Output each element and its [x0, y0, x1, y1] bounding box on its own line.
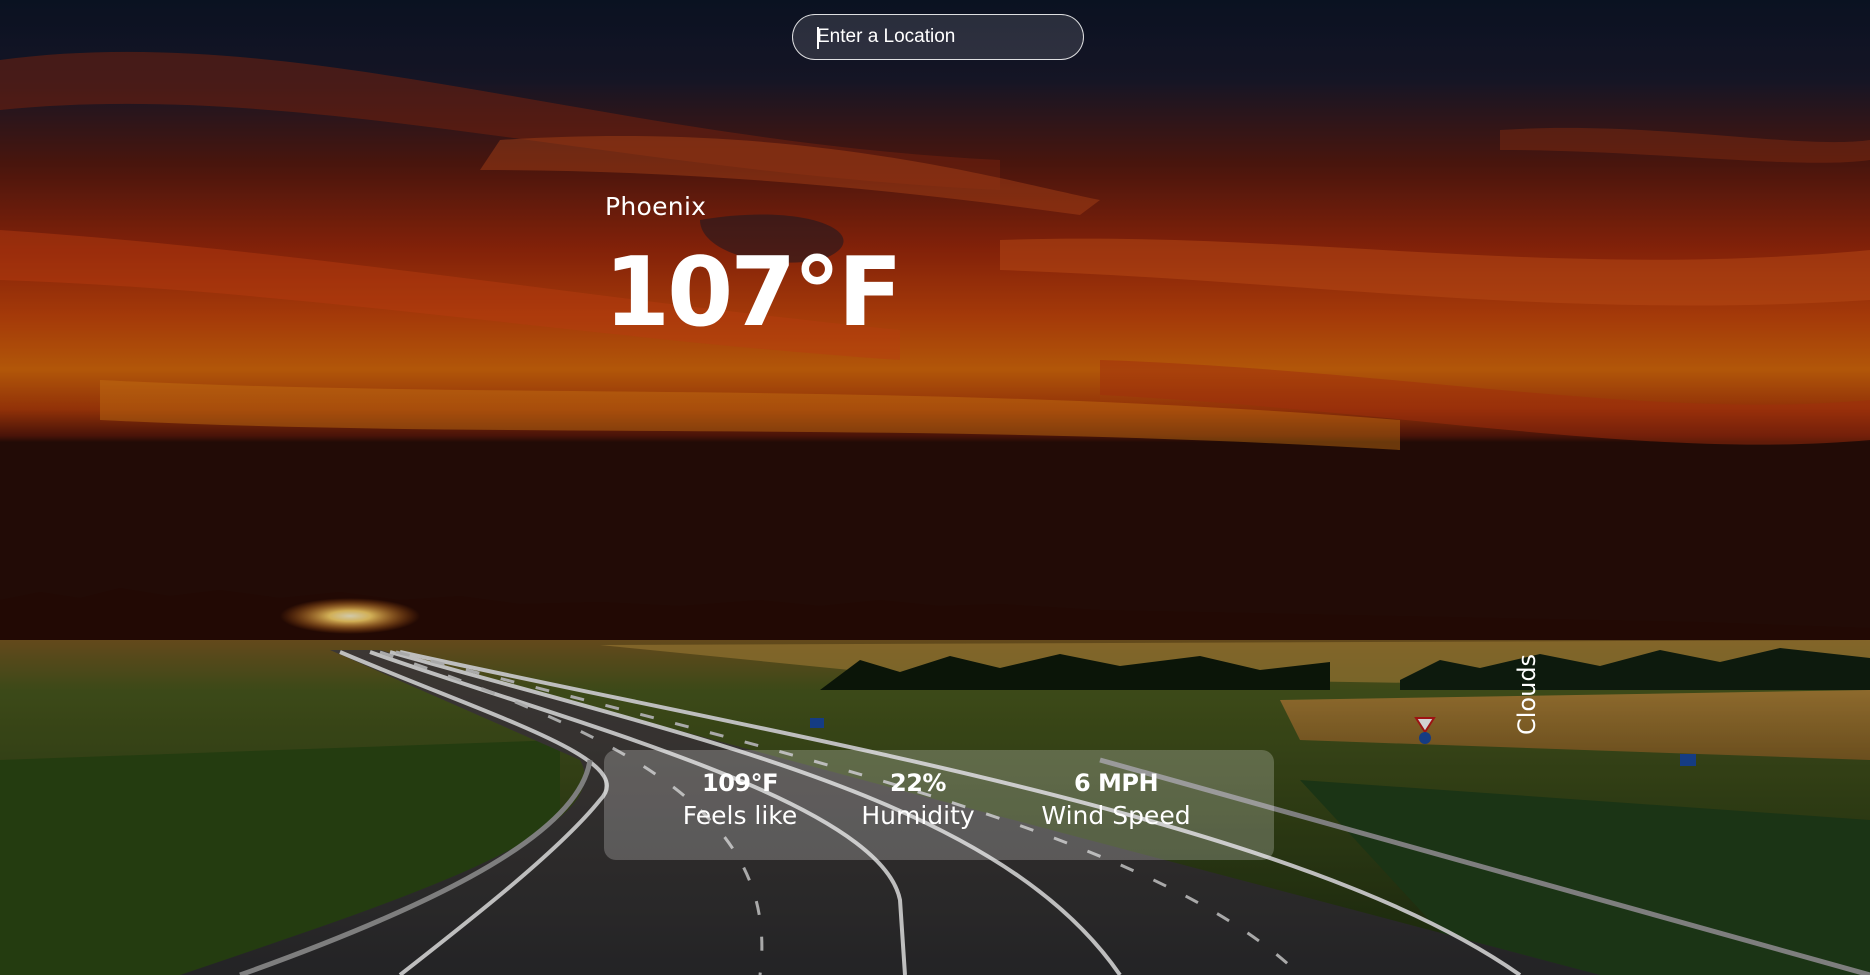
- weather-app: Phoenix 107°F Clouds 109°F Feels like 22…: [0, 0, 1870, 975]
- wind-speed-value: 6 MPH: [1073, 769, 1159, 797]
- current-temperature: 107°F: [604, 238, 903, 348]
- location-search-input[interactable]: [817, 15, 1067, 58]
- humidity-stat: 22% Humidity: [861, 768, 974, 834]
- wind-speed-stat: 6 MPH Wind Speed: [1041, 768, 1190, 834]
- humidity-label: Humidity: [861, 801, 975, 830]
- wind-speed-label: Wind Speed: [1041, 801, 1191, 830]
- city-name: Phoenix: [605, 192, 707, 221]
- weather-stats-panel: 109°F Feels like 22% Humidity 6 MPH Wind…: [604, 750, 1274, 860]
- humidity-value: 22%: [890, 769, 946, 797]
- feels-like-value: 109°F: [702, 769, 778, 797]
- text-cursor: [817, 27, 819, 49]
- feels-like-label: Feels like: [682, 801, 798, 830]
- weather-description: Clouds: [1513, 653, 1541, 735]
- search-box[interactable]: [792, 14, 1084, 60]
- feels-like-stat: 109°F Feels like: [683, 768, 798, 834]
